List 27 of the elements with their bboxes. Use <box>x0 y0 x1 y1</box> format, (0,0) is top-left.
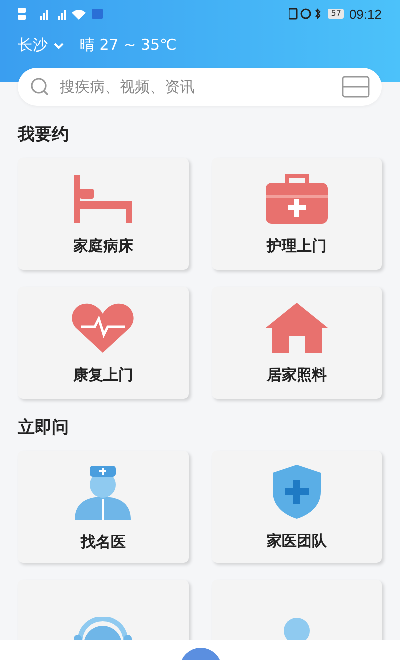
service-card[interactable]: 护理上门 <box>212 158 382 270</box>
search-field[interactable]: 搜疾病、视频、资讯 <box>58 77 334 97</box>
service-card[interactable]: 家医团队 <box>212 451 382 563</box>
chevron-down-icon[interactable] <box>54 42 64 50</box>
weather-text: 晴 27 ~ 35℃ <box>80 36 177 55</box>
service-card[interactable]: 康复上门 <box>18 287 188 399</box>
scan-icon[interactable] <box>342 76 370 98</box>
section-title: 我要约 <box>18 124 70 146</box>
search-icon <box>30 77 50 97</box>
card-label: 找名医 <box>80 532 126 552</box>
clock-time: 09:12 <box>349 6 382 22</box>
card-label: 居家照料 <box>266 366 327 384</box>
section-title: 立即问 <box>18 417 70 439</box>
service-card[interactable]: 家庭病床 <box>18 158 188 270</box>
shield-cross-icon <box>272 464 322 520</box>
bed-icon <box>72 172 134 224</box>
heart-pulse-icon <box>71 302 136 354</box>
service-card[interactable]: 找名医 <box>18 451 188 563</box>
search-bar[interactable]: 搜疾病、视频、资讯 <box>18 68 382 106</box>
battery-icon: 57 <box>328 9 344 19</box>
service-card[interactable]: 居家照料 <box>212 287 382 399</box>
card-label: 护理上门 <box>266 236 327 256</box>
card-label: 家医团队 <box>266 532 327 550</box>
card-label: 康复上门 <box>73 366 134 384</box>
card-label: 家庭病床 <box>73 236 134 256</box>
medical-kit-icon <box>264 172 329 224</box>
house-icon <box>264 302 329 354</box>
